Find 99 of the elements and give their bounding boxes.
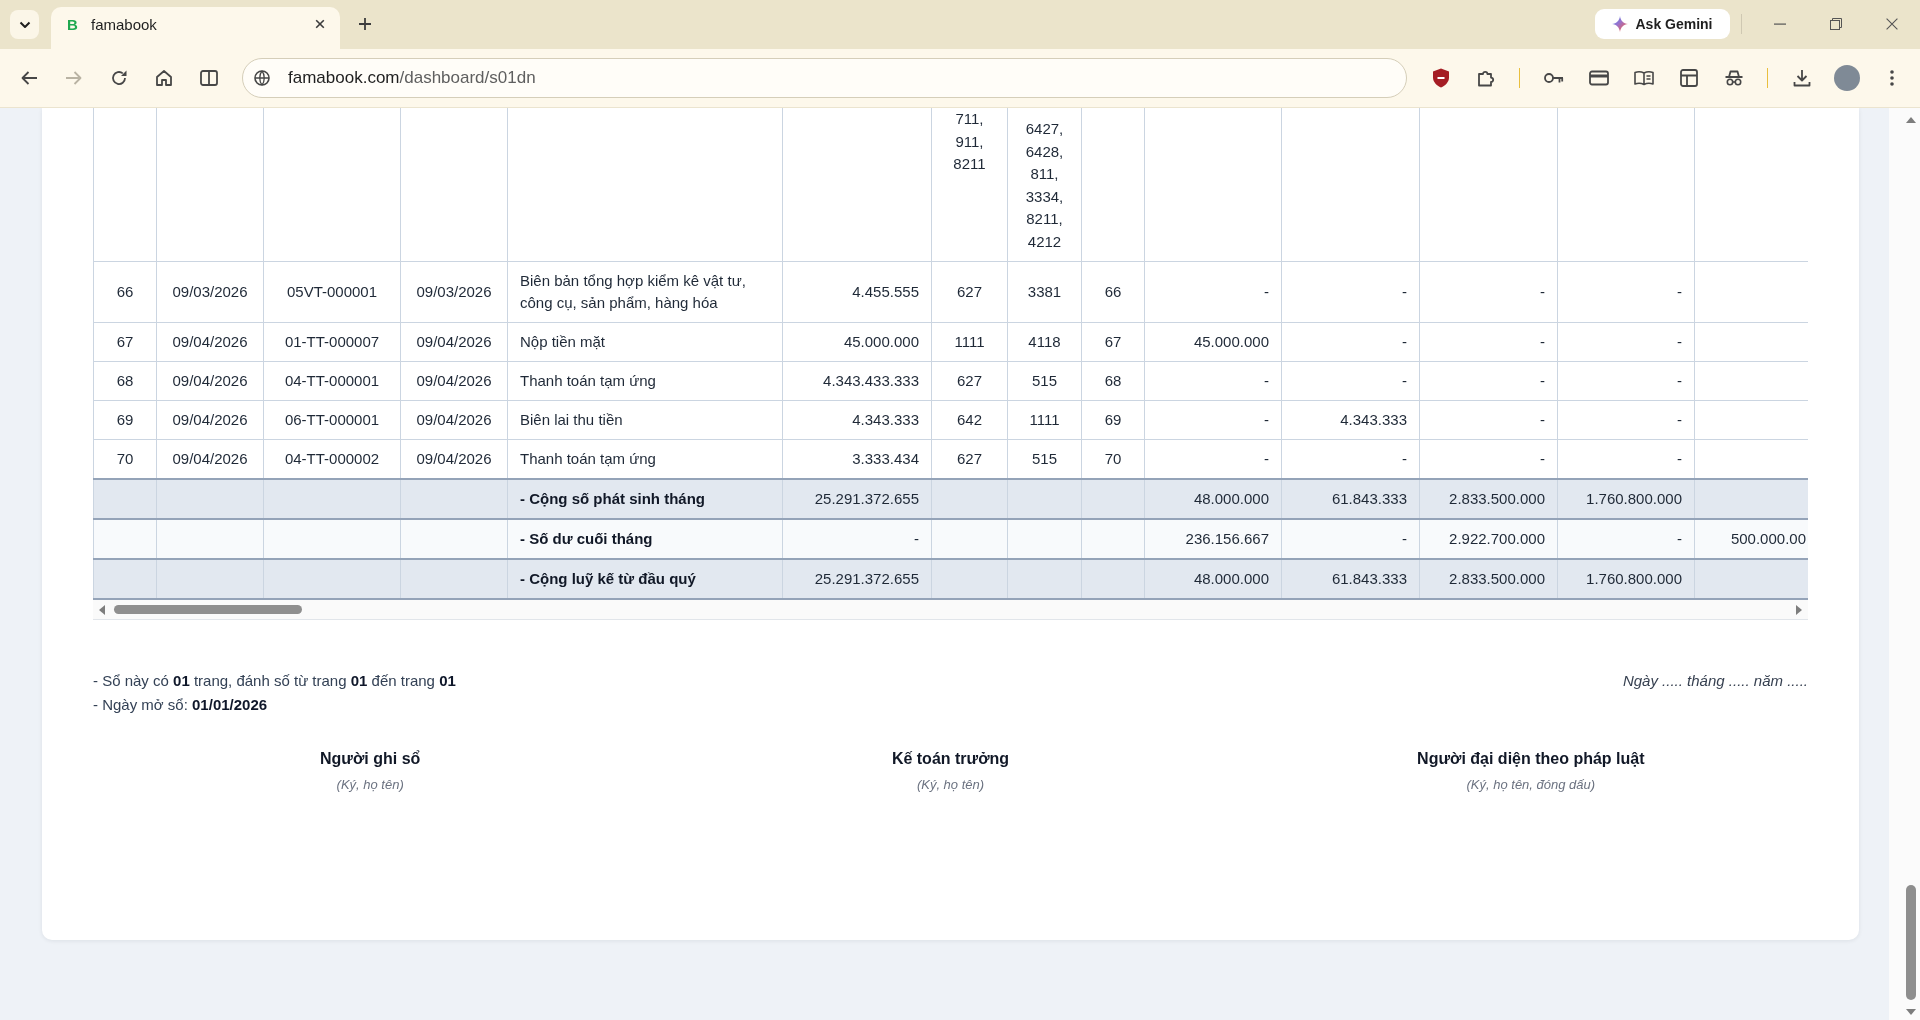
table-cell: 711, 911, 8211 — [931, 108, 1008, 262]
table-cell: - — [1419, 261, 1558, 323]
table-cell: 6427, 6428, 811, 3334, 8211, 4212 — [1007, 108, 1082, 262]
download-icon[interactable] — [1792, 69, 1811, 87]
table-cell: - — [1144, 261, 1282, 323]
triangle-right-icon[interactable] — [1796, 604, 1802, 615]
note-line: - Ngày mở sổ: 01/01/2026 — [93, 695, 269, 715]
table-cell: - — [1144, 400, 1282, 440]
table-cell: - — [1281, 361, 1420, 401]
triangle-down-icon[interactable] — [1905, 1009, 1916, 1015]
signature-hint: (Ký, họ tên) — [916, 776, 985, 794]
table-cell: - — [1557, 400, 1695, 440]
scrollbar-thumb[interactable] — [1905, 885, 1916, 1000]
address-bar[interactable]: famabook.com/dashboard/s01dn — [242, 58, 1407, 98]
table-cell: 515 — [1007, 361, 1082, 401]
date-line: Ngày ..... tháng ..... năm ..... — [1622, 671, 1808, 691]
signature-title: Kế toán trưởng — [891, 749, 1010, 769]
table-cell: 09/04/2026 — [400, 400, 508, 440]
hat-glasses-icon[interactable] — [1723, 70, 1744, 86]
table-cell: Biên bản tổng hợp kiểm kê vật tư, công cụ, sản phẩm, hàng hóa — [507, 261, 783, 323]
triangle-left-icon[interactable] — [99, 604, 105, 615]
split-screen-icon[interactable] — [199, 69, 218, 87]
sparkle-icon — [1612, 16, 1629, 32]
note-line: - Sổ này có 01 trang, đánh số từ trang 01 đến trang 01 — [93, 671, 456, 691]
book-icon[interactable] — [1633, 70, 1654, 86]
table-cell: 67 — [1081, 322, 1145, 362]
table-cell: 45.000.000 — [1144, 322, 1282, 362]
table-cell: 45.000.000 — [782, 322, 932, 362]
restore-icon[interactable] — [1830, 18, 1842, 30]
key-icon[interactable] — [1543, 72, 1564, 84]
table-cell: 4118 — [1007, 322, 1082, 362]
reload-icon[interactable] — [109, 69, 128, 87]
table-cell: Nộp tiền mặt — [507, 322, 783, 362]
menu-icon[interactable] — [1889, 70, 1894, 86]
table-cell: 09/04/2026 — [156, 322, 264, 362]
table-cell: 4.343.433.333 — [782, 361, 932, 401]
globe-icon[interactable] — [254, 70, 270, 86]
triangle-up-icon[interactable] — [1905, 117, 1916, 123]
table-cell: 1111 — [931, 322, 1008, 362]
table-cell: Thanh toán tạm ứng — [507, 361, 783, 401]
table-cell: Biên lai thu tiền — [507, 400, 783, 440]
chevron-down-icon — [18, 20, 31, 29]
table-cell: - — [1557, 261, 1695, 323]
vertical-scrollbar[interactable] — [1889, 108, 1920, 1020]
table-cell: 642 — [931, 400, 1008, 440]
table-cell: 06-TT-000001 — [263, 400, 401, 440]
ask-gemini-button[interactable]: Ask Gemini — [1595, 9, 1730, 39]
table-cell: 09/03/2026 — [400, 261, 508, 323]
table-cell: 09/04/2026 — [400, 361, 508, 401]
table-cell: 68 — [1081, 361, 1145, 401]
horizontal-scrollbar[interactable] — [93, 600, 1808, 620]
credit-card-icon[interactable] — [1588, 70, 1609, 86]
table-cell: 09/04/2026 — [400, 322, 508, 362]
table-cell: 4.343.333 — [1281, 400, 1420, 440]
table-cell: 68 — [93, 361, 157, 401]
layout-icon[interactable] — [1679, 69, 1698, 87]
table-cell: 627 — [931, 361, 1008, 401]
table-cell: - Cộng số phát sinh tháng — [507, 479, 783, 519]
plus-icon[interactable] — [358, 17, 372, 31]
browser-tab[interactable]: B famabook — [51, 7, 340, 49]
table-cell: 09/03/2026 — [156, 261, 264, 323]
scrollbar-thumb[interactable] — [114, 605, 302, 614]
back-icon[interactable] — [19, 70, 38, 86]
table-cell: - — [1144, 361, 1282, 401]
table-cell: - — [1281, 322, 1420, 362]
table-cell: 4.455.555 — [782, 261, 932, 323]
table-cell: 1111 — [1007, 400, 1082, 440]
puzzle-icon[interactable] — [1476, 69, 1495, 87]
signature-hint: (Ký, họ tên, đóng dấu) — [1466, 776, 1596, 794]
table-cell: 66 — [1081, 261, 1145, 323]
table-cell: 09/04/2026 — [156, 400, 264, 440]
signature-hint: (Ký, họ tên) — [336, 776, 404, 794]
table-cell: - — [1281, 261, 1420, 323]
table-cell: 3381 — [1007, 261, 1082, 323]
table-cell: 05VT-000001 — [263, 261, 401, 323]
table-cell: 627 — [931, 261, 1008, 323]
avatar[interactable] — [1833, 65, 1860, 91]
signature-title: Người ghi sổ — [320, 749, 421, 769]
table-cell: 01-TT-000007 — [263, 322, 401, 362]
table-cell: - — [1419, 361, 1558, 401]
table-cell: - — [1557, 322, 1695, 362]
signature-title: Người đại diện theo pháp luật — [1417, 749, 1645, 769]
table-cell: - — [1557, 361, 1695, 401]
table-cell: 4.343.333 — [782, 400, 932, 440]
table-cell: 09/04/2026 — [156, 361, 264, 401]
table-cell: - — [1419, 322, 1558, 362]
tab-list-button[interactable] — [10, 10, 39, 39]
table-cell: 69 — [93, 400, 157, 440]
close-icon[interactable] — [1886, 18, 1898, 30]
shield-icon[interactable] — [1431, 68, 1450, 88]
table-cell: - — [1419, 400, 1558, 440]
table-cell: 70 — [93, 439, 157, 479]
table-cell: 69 — [1081, 400, 1145, 440]
home-icon[interactable] — [154, 69, 173, 87]
table-cell: 04-TT-000001 — [263, 361, 401, 401]
table-cell: 66 — [93, 261, 157, 323]
table-cell: 67 — [93, 322, 157, 362]
close-icon[interactable] — [315, 19, 325, 29]
favicon: B — [67, 15, 79, 33]
